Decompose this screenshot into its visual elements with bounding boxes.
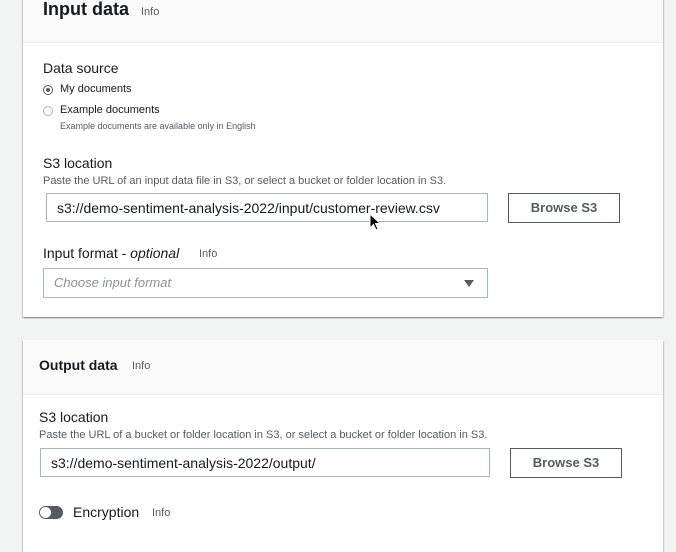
s3-location-input[interactable]: s3://demo-sentiment-analysis-2022/input/… (46, 193, 488, 222)
input-data-header: Input data Info (23, 0, 663, 43)
my-documents-radio[interactable] (43, 85, 53, 95)
input-format-optional: optional (130, 245, 180, 261)
output-s3-location-description: Paste the URL of a bucket or folder loca… (39, 429, 488, 441)
input-format-placeholder: Choose input format (54, 275, 172, 290)
data-source-label: Data source (43, 60, 119, 76)
output-data-info-link[interactable]: Info (132, 360, 150, 372)
encryption-label: Encryption (73, 504, 140, 520)
input-data-title: Input data (43, 0, 129, 19)
output-data-title: Output data (39, 357, 118, 373)
example-documents-radio[interactable] (43, 106, 53, 116)
input-format-info-link[interactable]: Info (199, 248, 217, 260)
input-format-select[interactable]: Choose input format (43, 268, 488, 298)
input-format-label: Input format - optional (43, 245, 179, 261)
browse-s3-button[interactable]: Browse S3 (508, 193, 620, 223)
output-s3-location-input[interactable]: s3://demo-sentiment-analysis-2022/output… (40, 448, 490, 477)
s3-location-label: S3 location (43, 155, 113, 171)
output-data-header: Output data Info (23, 340, 663, 395)
input-data-panel: Input data Info Data source My documents… (23, 0, 663, 317)
mouse-cursor-icon (369, 213, 382, 231)
caret-down-icon (464, 280, 474, 287)
input-data-info-link[interactable]: Info (141, 6, 159, 18)
encryption-toggle[interactable] (39, 506, 63, 519)
output-s3-location-label: S3 location (39, 409, 109, 425)
example-documents-description: Example documents are available only in … (60, 121, 256, 131)
example-documents-label[interactable]: Example documents (60, 104, 160, 116)
output-data-panel: Output data Info S3 location Paste the U… (23, 340, 663, 552)
encryption-info-link[interactable]: Info (152, 507, 170, 519)
output-browse-s3-button[interactable]: Browse S3 (510, 448, 622, 478)
input-format-label-text: Input format - (43, 245, 131, 261)
my-documents-label[interactable]: My documents (60, 83, 132, 95)
toggle-knob (40, 507, 51, 518)
s3-location-description: Paste the URL of an input data file in S… (43, 175, 447, 187)
